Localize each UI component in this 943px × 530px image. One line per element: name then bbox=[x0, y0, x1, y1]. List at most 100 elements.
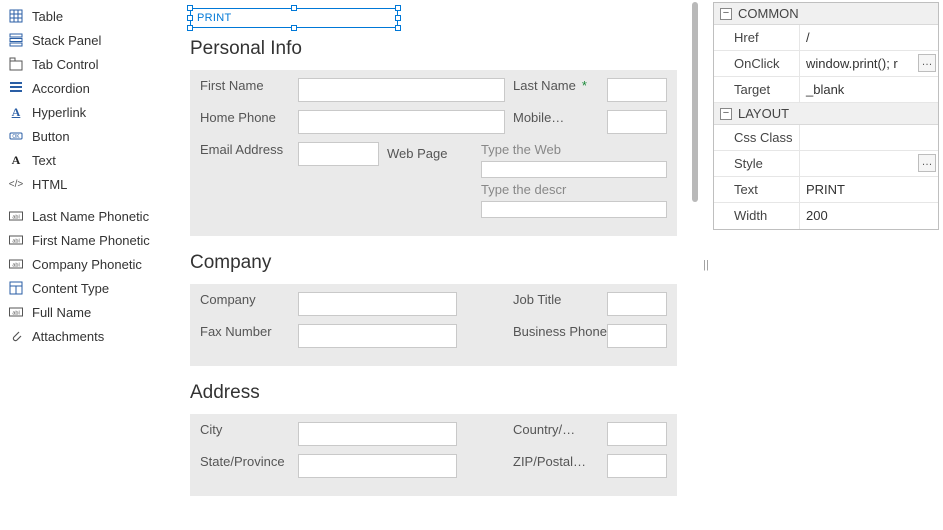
prop-name: Style bbox=[714, 151, 800, 176]
field-item-attachments[interactable]: Attachments bbox=[0, 324, 176, 348]
attachment-icon bbox=[8, 328, 24, 344]
svg-text:abl: abl bbox=[12, 311, 19, 317]
prop-value-text: window.print(); r bbox=[806, 56, 898, 71]
propgrid-category-layout[interactable]: − LAYOUT bbox=[714, 103, 938, 125]
toolbox-item-text[interactable]: A Text bbox=[0, 148, 176, 172]
expander-icon[interactable]: − bbox=[720, 8, 732, 20]
propgrid-row-style[interactable]: Style … bbox=[714, 151, 938, 177]
toolbox-label: Accordion bbox=[32, 81, 90, 96]
toolbox-item-stack-panel[interactable]: Stack Panel bbox=[0, 28, 176, 52]
resize-handle-tr[interactable] bbox=[395, 5, 401, 11]
propgrid-row-width[interactable]: Width 200 bbox=[714, 203, 938, 229]
svg-text:OK: OK bbox=[12, 134, 20, 140]
resize-handle-bl[interactable] bbox=[187, 25, 193, 31]
propgrid-row-href[interactable]: Href / bbox=[714, 25, 938, 51]
prop-value[interactable]: PRINT bbox=[800, 177, 938, 202]
input-fax[interactable] bbox=[298, 324, 457, 348]
input-country[interactable] bbox=[607, 422, 667, 446]
toolbox-label: Table bbox=[32, 9, 63, 24]
label-country: Country/… bbox=[513, 422, 575, 437]
prop-value[interactable]: … bbox=[800, 151, 938, 176]
toolbox-item-accordion[interactable]: Accordion bbox=[0, 76, 176, 100]
design-scrollbar[interactable] bbox=[691, 0, 699, 530]
label-mobile: Mobile… bbox=[513, 110, 564, 125]
prop-name: Href bbox=[714, 25, 800, 50]
toolbox-label: Full Name bbox=[32, 305, 91, 320]
input-home-phone[interactable] bbox=[298, 110, 505, 134]
selected-print-element[interactable]: PRINT bbox=[190, 8, 398, 28]
toolbox-item-html[interactable]: </> HTML bbox=[0, 172, 176, 196]
toolbox-label: Stack Panel bbox=[32, 33, 101, 48]
resize-handle-mr[interactable] bbox=[395, 15, 401, 21]
label-job-title: Job Title bbox=[513, 292, 561, 307]
category-label: COMMON bbox=[738, 6, 799, 21]
field-item-last-name-phonetic[interactable]: abl Last Name Phonetic bbox=[0, 204, 176, 228]
design-surface[interactable]: PRINT Personal Info First Name Last Name… bbox=[176, 0, 691, 530]
prop-value[interactable]: _blank bbox=[800, 77, 938, 102]
prop-value[interactable]: 200 bbox=[800, 203, 938, 229]
resize-handle-tm[interactable] bbox=[291, 5, 297, 11]
label-state: State/Province bbox=[200, 454, 285, 469]
prop-value[interactable]: window.print(); r … bbox=[800, 51, 938, 76]
label-business-phone: Business Phone bbox=[513, 324, 607, 339]
field-abl-icon: abl bbox=[8, 208, 24, 224]
propgrid-row-target[interactable]: Target _blank bbox=[714, 77, 938, 103]
prop-name: Css Class bbox=[714, 125, 800, 150]
label-web-page: Web Page bbox=[387, 146, 447, 161]
resize-handle-bm[interactable] bbox=[291, 25, 297, 31]
toolbox-item-hyperlink[interactable]: A Hyperlink bbox=[0, 100, 176, 124]
field-item-company-phonetic[interactable]: abl Company Phonetic bbox=[0, 252, 176, 276]
input-state[interactable] bbox=[298, 454, 457, 478]
ellipsis-button[interactable]: … bbox=[918, 54, 936, 72]
input-email[interactable] bbox=[298, 142, 379, 166]
resize-handle-br[interactable] bbox=[395, 25, 401, 31]
input-mobile[interactable] bbox=[607, 110, 667, 134]
prop-name: Target bbox=[714, 77, 800, 102]
input-job-title[interactable] bbox=[607, 292, 667, 316]
section-title-company: Company bbox=[190, 252, 677, 274]
input-first-name[interactable] bbox=[298, 78, 505, 102]
prop-value[interactable] bbox=[800, 125, 938, 150]
ellipsis-button[interactable]: … bbox=[918, 154, 936, 172]
toolbox-item-button[interactable]: OK Button bbox=[0, 124, 176, 148]
propgrid-category-common[interactable]: − COMMON bbox=[714, 3, 938, 25]
toolbox-item-tab-control[interactable]: Tab Control bbox=[0, 52, 176, 76]
field-abl-icon: abl bbox=[8, 256, 24, 272]
form-block-company: Company Job Title Fax Number Business Ph… bbox=[190, 284, 677, 366]
resize-handle-tl[interactable] bbox=[187, 5, 193, 11]
field-item-content-type[interactable]: Content Type bbox=[0, 276, 176, 300]
input-city[interactable] bbox=[298, 422, 457, 446]
button-icon: OK bbox=[8, 128, 24, 144]
splitter-handle[interactable]: || bbox=[699, 0, 713, 530]
selected-element-text: PRINT bbox=[197, 12, 232, 24]
section-title-address: Address bbox=[190, 382, 677, 404]
field-abl-icon: abl bbox=[8, 232, 24, 248]
input-company[interactable] bbox=[298, 292, 457, 316]
resize-handle-ml[interactable] bbox=[187, 15, 193, 21]
required-asterisk: * bbox=[582, 78, 587, 93]
toolbox-item-table[interactable]: Table bbox=[0, 4, 176, 28]
field-item-full-name[interactable]: abl Full Name bbox=[0, 300, 176, 324]
prop-name: OnClick bbox=[714, 51, 800, 76]
field-item-first-name-phonetic[interactable]: abl First Name Phonetic bbox=[0, 228, 176, 252]
scrollbar-thumb[interactable] bbox=[692, 2, 698, 202]
toolbox-label: Button bbox=[32, 129, 70, 144]
svg-text:abl: abl bbox=[12, 263, 19, 269]
input-zip[interactable] bbox=[607, 454, 667, 478]
design-surface-wrapper: PRINT Personal Info First Name Last Name… bbox=[176, 0, 699, 530]
propgrid-row-onclick[interactable]: OnClick window.print(); r … bbox=[714, 51, 938, 77]
input-last-name[interactable] bbox=[607, 78, 667, 102]
stack-panel-icon bbox=[8, 32, 24, 48]
propgrid-row-cssclass[interactable]: Css Class bbox=[714, 125, 938, 151]
toolbox-label: Attachments bbox=[32, 329, 104, 344]
input-business-phone[interactable] bbox=[607, 324, 667, 348]
section-title-personal: Personal Info bbox=[190, 38, 677, 60]
input-web-page[interactable] bbox=[481, 161, 667, 178]
hyperlink-icon: A bbox=[8, 104, 24, 120]
propgrid-row-text[interactable]: Text PRINT bbox=[714, 177, 938, 203]
input-web-desc[interactable] bbox=[481, 201, 667, 218]
placeholder-web: Type the Web bbox=[481, 142, 667, 157]
expander-icon[interactable]: − bbox=[720, 108, 732, 120]
prop-value[interactable]: / bbox=[800, 25, 938, 50]
toolbox-label: Company Phonetic bbox=[32, 257, 142, 272]
